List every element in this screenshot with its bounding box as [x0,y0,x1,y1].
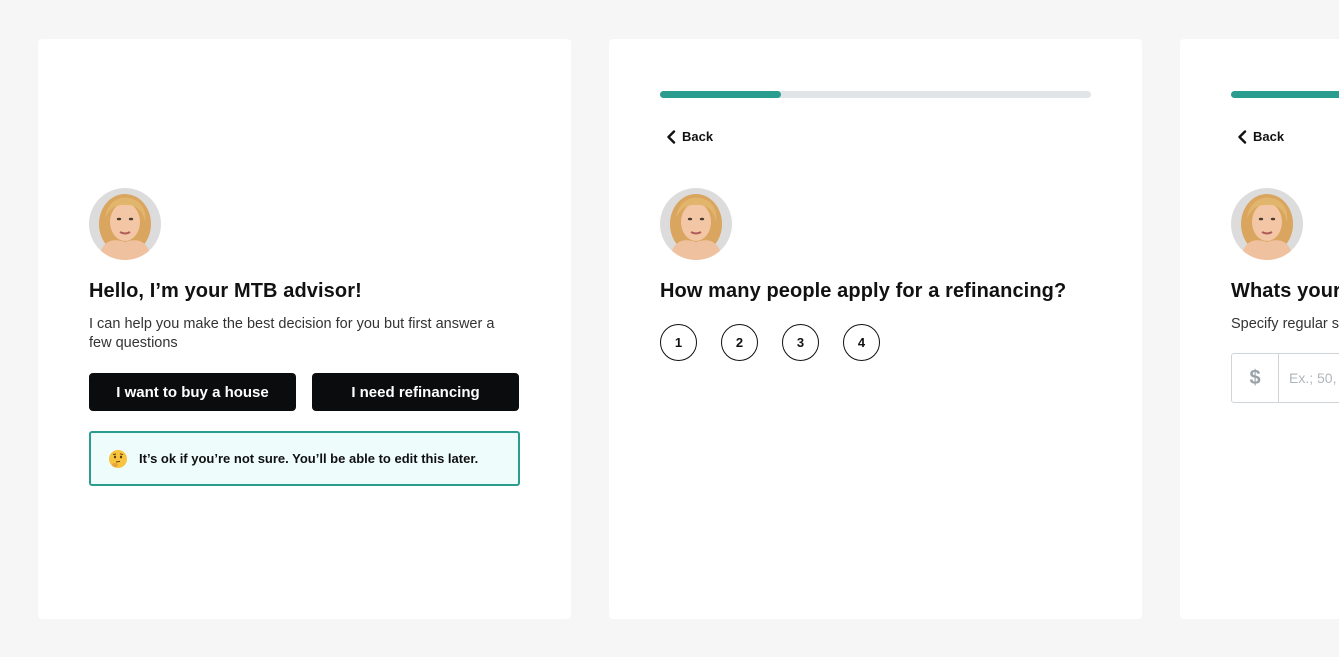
advisor-avatar [660,188,732,260]
back-label: Back [1253,129,1285,144]
progress-fill [660,91,781,98]
note-text: It’s ok if you’re not sure. You’ll be ab… [139,451,479,466]
progress-bar [1231,91,1339,98]
thinking-face-icon [108,449,128,469]
welcome-subtitle: I can help you make the best decision fo… [89,316,495,351]
chevron-left-icon [1238,129,1247,144]
income-input-group: $ [1231,353,1339,403]
progress-bar [660,91,1091,98]
info-note: It’s ok if you’re not sure. You’ll be ab… [89,431,520,486]
back-button[interactable]: Back [666,129,713,144]
step-card-welcome: Hello, I’m your MTB advisor! I can help … [38,39,571,619]
back-button[interactable]: Back [1237,129,1284,144]
step-card-income: Back Whats your Specify regular s $ [1180,39,1339,619]
advisor-avatar [1231,188,1303,260]
income-question: Whats your [1231,280,1339,302]
income-hint: Specify regular s [1231,316,1339,332]
progress-fill [1231,91,1339,98]
applicant-count-options: 1 2 3 4 [660,324,880,361]
refinancing-button[interactable]: I need refinancing [312,373,519,411]
option-3-button[interactable]: 3 [782,324,819,361]
buy-house-button[interactable]: I want to buy a house [89,373,296,411]
advisor-avatar [89,188,161,260]
dollar-sign-icon: $ [1232,354,1279,402]
option-1-button[interactable]: 1 [660,324,697,361]
step-card-applicants: Back How many people apply for a refinan… [609,39,1142,619]
income-input[interactable] [1279,354,1339,402]
welcome-heading: Hello, I’m your MTB advisor! [89,280,362,302]
option-4-button[interactable]: 4 [843,324,880,361]
chevron-left-icon [667,129,676,144]
applicants-question: How many people apply for a refinancing? [660,280,1067,302]
back-label: Back [682,129,714,144]
option-2-button[interactable]: 2 [721,324,758,361]
